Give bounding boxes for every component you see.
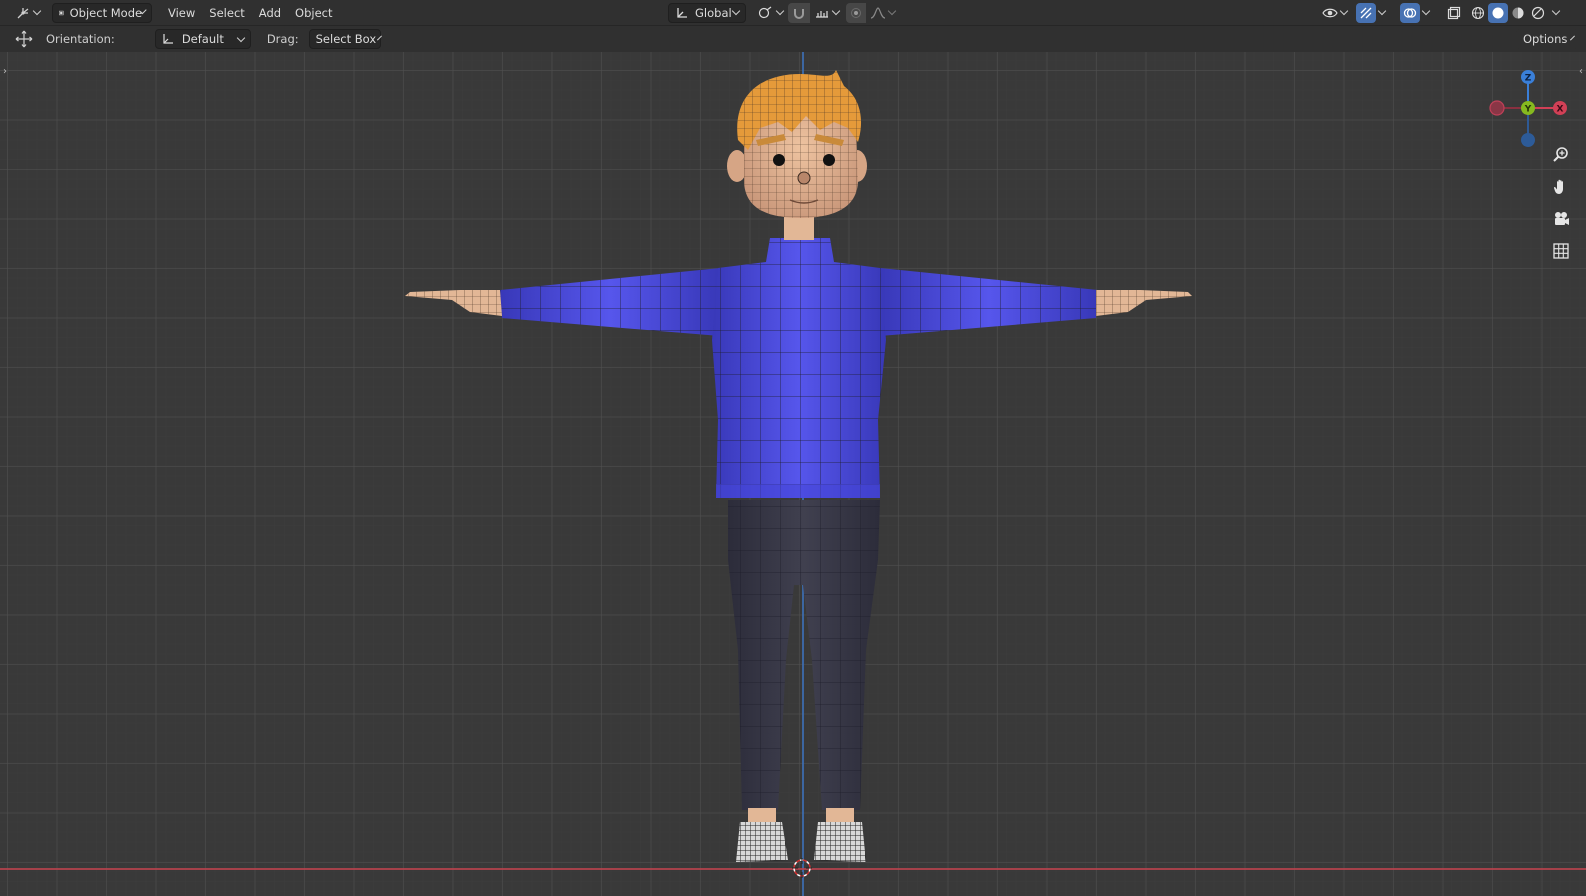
gizmo-neg-z-button[interactable] bbox=[1521, 133, 1535, 147]
shading-options-dropdown[interactable] bbox=[1550, 3, 1562, 23]
viewport-navigation-buttons bbox=[1548, 142, 1574, 264]
viewport-header: Object Mode View Select Add Object Globa… bbox=[0, 0, 1586, 26]
orientation-label: Orientation: bbox=[46, 32, 115, 46]
orientation-axes-icon bbox=[163, 34, 173, 44]
left-ankle bbox=[748, 808, 776, 822]
object-mode-icon bbox=[59, 10, 64, 15]
proportional-editing-toggle[interactable] bbox=[846, 2, 866, 23]
pivot-point-button[interactable] bbox=[752, 3, 789, 23]
eye-icon bbox=[1322, 8, 1338, 17]
transform-orientation-label: Global bbox=[695, 5, 732, 20]
navigation-gizmo[interactable]: Z X Y bbox=[1484, 60, 1574, 150]
xray-icon bbox=[1447, 6, 1461, 19]
pan-button[interactable] bbox=[1548, 174, 1574, 200]
proportional-editing-icon bbox=[851, 7, 861, 18]
tool-settings-bar: Orientation: Default Drag: Select Box Op… bbox=[0, 26, 1586, 52]
menu-select[interactable]: Select bbox=[203, 3, 250, 23]
drag-value: Select Box bbox=[315, 32, 377, 46]
orientation-value: Default bbox=[181, 32, 224, 46]
shoes-mesh bbox=[736, 822, 866, 862]
zoom-button[interactable] bbox=[1548, 142, 1574, 168]
hand-icon bbox=[1553, 179, 1563, 194]
gizmo-dropdown[interactable] bbox=[1376, 3, 1388, 23]
drag-label: Drag: bbox=[266, 32, 299, 46]
shading-rendered-button[interactable] bbox=[1528, 3, 1548, 23]
left-eye bbox=[773, 154, 785, 166]
gizmo-icon bbox=[1360, 7, 1372, 18]
3d-viewport[interactable]: › ‹ Z X Y bbox=[0, 52, 1586, 896]
overlays-icon bbox=[1403, 7, 1417, 18]
transform-tool-icon bbox=[14, 29, 34, 49]
rendered-sphere-icon bbox=[1531, 6, 1545, 19]
shading-wireframe-button[interactable] bbox=[1468, 3, 1488, 23]
blender-window: Object Mode View Select Add Object Globa… bbox=[0, 0, 1586, 896]
character-mesh[interactable] bbox=[0, 52, 1586, 896]
snap-target-dropdown[interactable] bbox=[810, 3, 843, 23]
snap-magnet-icon bbox=[794, 8, 804, 19]
mode-label: Object Mode bbox=[69, 5, 143, 20]
menu-add[interactable]: Add bbox=[253, 3, 287, 23]
global-axes-icon bbox=[677, 7, 687, 18]
menu-object[interactable]: Object bbox=[289, 3, 338, 23]
proportional-falloff-dropdown[interactable] bbox=[866, 3, 899, 23]
3d-cursor-icon bbox=[792, 858, 812, 878]
zoom-icon bbox=[1553, 147, 1568, 162]
mode-dropdown[interactable]: Object Mode bbox=[52, 2, 152, 23]
snap-toggle[interactable] bbox=[788, 2, 810, 23]
shading-solid-button[interactable] bbox=[1488, 2, 1508, 23]
orientation-dropdown[interactable]: Default bbox=[154, 29, 251, 49]
right-ankle bbox=[826, 808, 854, 822]
visibility-dropdown[interactable] bbox=[1318, 3, 1351, 23]
overlays-toggle[interactable] bbox=[1400, 2, 1420, 23]
gizmo-toggle[interactable] bbox=[1356, 2, 1376, 23]
overlays-dropdown[interactable] bbox=[1420, 3, 1432, 23]
wireframe-sphere-icon bbox=[1471, 6, 1485, 19]
falloff-curve-icon bbox=[870, 6, 886, 19]
nose bbox=[797, 171, 811, 185]
menu-view[interactable]: View bbox=[162, 3, 201, 23]
transform-orientation-dropdown[interactable]: Global bbox=[668, 2, 746, 23]
sweater-mesh bbox=[712, 238, 886, 498]
gizmo-y-label: Y bbox=[1524, 105, 1532, 115]
gizmo-z-label: Z bbox=[1525, 74, 1532, 84]
toggle-perspective-button[interactable] bbox=[1548, 238, 1574, 264]
snap-increment-icon bbox=[816, 10, 828, 18]
gizmo-x-label: X bbox=[1557, 105, 1564, 115]
xray-toggle[interactable] bbox=[1444, 3, 1464, 23]
pivot-point-icon bbox=[758, 6, 772, 18]
drag-dropdown[interactable]: Select Box bbox=[308, 29, 383, 49]
shading-material-button[interactable] bbox=[1508, 3, 1528, 23]
options-dropdown[interactable]: Options bbox=[1516, 29, 1578, 49]
editor-type-button[interactable] bbox=[10, 3, 46, 23]
pants-mesh bbox=[728, 500, 880, 810]
solid-sphere-icon bbox=[1492, 7, 1504, 18]
right-eye bbox=[823, 154, 835, 166]
gizmo-neg-x-button[interactable] bbox=[1489, 100, 1505, 116]
grid-icon bbox=[1553, 243, 1569, 259]
editor-type-icon bbox=[17, 7, 29, 18]
camera-view-button[interactable] bbox=[1548, 206, 1574, 232]
options-label: Options bbox=[1523, 32, 1568, 46]
material-sphere-icon bbox=[1512, 7, 1524, 18]
camera-icon bbox=[1555, 212, 1569, 225]
